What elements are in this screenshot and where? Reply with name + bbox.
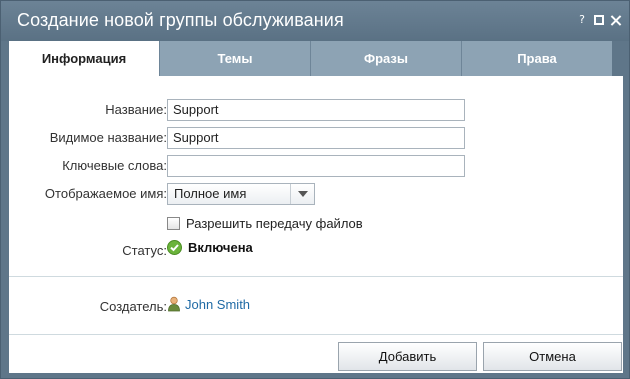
user-icon xyxy=(167,296,181,312)
keywords-input[interactable] xyxy=(167,155,465,177)
divider xyxy=(9,276,623,277)
name-row: Название: Support xyxy=(9,99,623,121)
window-controls: ? xyxy=(576,14,621,26)
help-button[interactable]: ? xyxy=(576,14,588,26)
name-input[interactable]: Support xyxy=(167,99,465,121)
allow-files-label[interactable]: Разрешить передачу файлов xyxy=(186,216,363,231)
visible-name-row: Видимое название: Support xyxy=(9,127,623,149)
tab-bar: Информация Темы Фразы Права xyxy=(9,41,612,76)
display-name-selected: Полное имя xyxy=(174,186,247,201)
visible-name-input[interactable]: Support xyxy=(167,127,465,149)
creator-value: John Smith xyxy=(167,296,250,312)
tab-phrases[interactable]: Фразы xyxy=(311,41,462,76)
keywords-label: Ключевые слова: xyxy=(62,158,167,173)
name-label: Название: xyxy=(105,102,167,117)
visible-name-label: Видимое название: xyxy=(49,130,167,145)
display-name-label: Отображаемое имя: xyxy=(44,186,167,201)
close-icon[interactable] xyxy=(610,15,621,26)
chevron-down-icon[interactable] xyxy=(290,184,314,204)
check-circle-icon xyxy=(167,240,182,255)
status-text: Включена xyxy=(188,240,253,255)
cancel-button[interactable]: Отмена xyxy=(483,342,622,371)
status-row: Статус: xyxy=(9,240,623,262)
maximize-icon[interactable] xyxy=(594,15,604,25)
tab-topics[interactable]: Темы xyxy=(160,41,311,76)
footer-divider xyxy=(9,334,623,335)
status-label: Статус: xyxy=(122,243,167,258)
dialog-title: Создание новой группы обслуживания xyxy=(17,10,344,30)
tab-information[interactable]: Информация xyxy=(9,41,160,76)
tab-permissions[interactable]: Права xyxy=(462,41,612,76)
creator-label: Создатель: xyxy=(99,299,167,314)
form-panel: Название: Support Видимое название: Supp… xyxy=(9,76,623,373)
display-name-row: Отображаемое имя: Полное имя xyxy=(9,183,623,205)
display-name-select[interactable]: Полное имя xyxy=(167,183,315,205)
allow-files-checkbox[interactable] xyxy=(167,217,180,230)
allow-files-row: Разрешить передачу файлов xyxy=(167,216,363,231)
add-button[interactable]: Добавить xyxy=(338,342,477,371)
dialog-window: Создание новой группы обслуживания ? Инф… xyxy=(0,0,630,379)
keywords-row: Ключевые слова: xyxy=(9,155,623,177)
creator-row: Создатель: xyxy=(9,296,623,318)
status-value: Включена xyxy=(167,240,253,255)
creator-link[interactable]: John Smith xyxy=(185,297,250,312)
dialog-titlebar[interactable]: Создание новой группы обслуживания ? xyxy=(1,1,629,41)
